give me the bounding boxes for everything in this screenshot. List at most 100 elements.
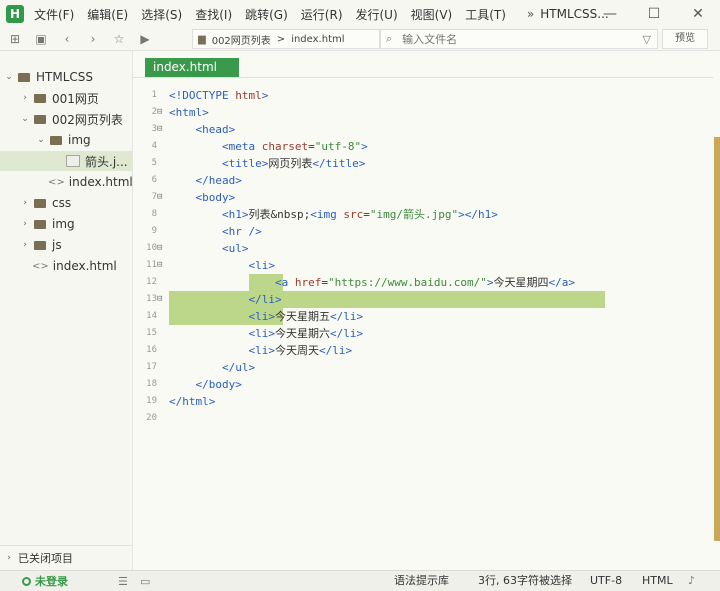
closed-projects-label: 已关闭项目: [18, 552, 73, 565]
tree-item-index[interactable]: <> index.html: [0, 256, 132, 276]
closed-projects[interactable]: › 已关闭项目: [0, 545, 132, 570]
list-icon[interactable]: ☰: [118, 575, 128, 588]
minimize-button[interactable]: —: [588, 0, 632, 28]
folder-icon: [34, 93, 46, 103]
fold-toggle-icon[interactable]: ⊟: [157, 124, 162, 134]
encoding[interactable]: UTF-8: [590, 571, 622, 591]
line-number: 2: [151, 107, 157, 117]
code-line: <head>: [195, 123, 236, 136]
code-line: <h1>列表&nbsp;<img src="img/箭头.jpg"></h1>: [221, 208, 498, 221]
user-icon: [22, 576, 31, 586]
file-search-icon: ⌕: [386, 32, 393, 45]
code-line: <meta charset="utf-8">: [221, 140, 368, 153]
project-explorer: ⌄ HTMLCSS › 001网页 ⌄ 002网页列表 ⌄ img 箭头.j..…: [0, 51, 133, 570]
maximize-button[interactable]: ☐: [632, 0, 676, 28]
line-number: 12: [146, 277, 157, 287]
preview-button[interactable]: 预览: [662, 29, 708, 49]
chevron-right-icon[interactable]: ›: [20, 93, 30, 103]
file-search-box[interactable]: ⌕ ▽: [380, 29, 658, 49]
fold-toggle-icon[interactable]: ⊟: [157, 192, 162, 202]
filter-icon[interactable]: ▽: [643, 33, 651, 46]
line-number: 10: [146, 243, 157, 253]
fold-toggle-icon[interactable]: ⊟: [157, 107, 162, 117]
tree-item-label: css: [52, 196, 72, 210]
back-icon[interactable]: ‹: [56, 32, 78, 46]
tree-item-img[interactable]: › img: [0, 214, 132, 234]
login-status[interactable]: 未登录: [35, 573, 68, 589]
breadcrumb-file[interactable]: index.html: [291, 34, 344, 45]
file-search-input[interactable]: [400, 31, 605, 47]
hbuilder-logo-icon: H: [6, 5, 24, 23]
line-number: 20: [146, 413, 157, 423]
chevron-down-icon[interactable]: ⌄: [36, 135, 46, 145]
star-icon[interactable]: ☆: [108, 32, 130, 46]
folder-icon: [34, 219, 46, 229]
tree-item-css[interactable]: › css: [0, 193, 132, 213]
language-mode[interactable]: HTML: [642, 571, 673, 591]
code-line: <li>今天星期五</li>: [248, 310, 364, 323]
selection-info[interactable]: 3行, 63字符被选择: [478, 571, 572, 591]
tree-item-arrow-jpg[interactable]: 箭头.j...: [0, 151, 132, 171]
vertical-scrollbar[interactable]: [714, 137, 720, 541]
tree-item-002[interactable]: ⌄ 002网页列表: [0, 109, 132, 129]
menu-item[interactable]: 文件(F): [34, 6, 74, 23]
menu-item[interactable]: 查找(I): [195, 6, 232, 23]
code-line: <li>今天星期六</li>: [248, 327, 364, 340]
chevron-down-icon[interactable]: ⌄: [20, 114, 30, 124]
close-button[interactable]: ✕: [676, 0, 720, 28]
tree-item-label: 箭头.j...: [85, 154, 128, 169]
new-file-icon[interactable]: ⊞: [4, 32, 26, 46]
code-line: <a href="https://www.baidu.com/">今天星期四</…: [274, 276, 576, 289]
chevron-down-icon[interactable]: ⌄: [4, 72, 14, 82]
code-line: <!DOCTYPE html>: [169, 89, 269, 102]
title-bar: H 文件(F) 编辑(E) 选择(S) 查找(I) 跳转(G) 运行(R) 发行(U) 视图(…: [0, 0, 720, 28]
folder-icon: [18, 72, 30, 82]
chevron-right-icon[interactable]: ›: [20, 219, 30, 229]
code-line: <html>: [169, 106, 209, 119]
tab-index-html[interactable]: index.html: [145, 58, 239, 77]
menu-item[interactable]: 选择(S): [141, 6, 182, 23]
breadcrumb[interactable]: ▆ 002网页列表 > index.html: [192, 29, 380, 49]
run-icon[interactable]: ▶: [134, 32, 156, 46]
terminal-icon[interactable]: ▭: [140, 575, 150, 588]
folder-icon: ▆: [198, 33, 206, 45]
forward-icon[interactable]: ›: [82, 32, 104, 46]
line-number: 11: [146, 260, 157, 270]
tree-item-project-root[interactable]: ⌄ HTMLCSS: [0, 67, 132, 87]
tree-item-img-sub[interactable]: ⌄ img: [0, 130, 132, 150]
code-editor[interactable]: index.html 1 2 ⊟ 3 ⊟ 4 5 6 7 ⊟ 8 9 10 ⊟ 11 ⊟ 12 13 ⊟ 14 15 16…: [133, 51, 720, 570]
html-file-icon: <>: [48, 176, 65, 188]
chevron-right-icon[interactable]: ›: [4, 553, 14, 563]
menu-item[interactable]: 编辑(E): [87, 6, 128, 23]
menu-item[interactable]: 跳转(G): [245, 6, 288, 23]
fold-toggle-icon[interactable]: ⊟: [157, 260, 162, 270]
code-line: </li>: [248, 293, 282, 306]
breadcrumb-folder[interactable]: 002网页列表: [212, 32, 271, 47]
tree-item-001[interactable]: › 001网页: [0, 88, 132, 108]
line-number: 18: [146, 379, 157, 389]
image-file-icon: [66, 155, 80, 167]
chevron-right-icon[interactable]: ›: [20, 240, 30, 250]
menu-item[interactable]: 视图(V): [411, 6, 453, 23]
tree-item-label: img: [52, 217, 75, 231]
menu-item[interactable]: 运行(R): [301, 6, 343, 23]
menu-item[interactable]: 发行(U): [356, 6, 398, 23]
code-line: </html>: [169, 395, 216, 408]
tree-item-label: 002网页列表: [52, 112, 123, 127]
fold-toggle-icon[interactable]: ⊟: [157, 243, 162, 253]
save-icon[interactable]: ▣: [30, 32, 52, 46]
syntax-hint[interactable]: 语法提示库: [394, 571, 449, 591]
code-line: </head>: [195, 174, 242, 187]
tree-item-index-sub[interactable]: <> index.html: [0, 172, 132, 192]
menu-item[interactable]: 工具(T): [465, 6, 506, 23]
fold-toggle-icon[interactable]: ⊟: [157, 294, 162, 304]
toolbar: ⊞ ▣ ‹ › ☆ ▶ ▆ 002网页列表 > index.html ⌕ ▽ 预…: [0, 28, 720, 51]
more-tabs-icon[interactable]: »: [527, 7, 534, 21]
tree-item-js[interactable]: › js: [0, 235, 132, 255]
chevron-right-icon[interactable]: ›: [20, 198, 30, 208]
menu-bar: 文件(F) 编辑(E) 选择(S) 查找(I) 跳转(G) 运行(R) 发行(U) 视图(V)…: [34, 6, 519, 23]
status-bar: 未登录 ☰ ▭ 语法提示库 3行, 63字符被选择 UTF-8 HTML ♪: [0, 570, 720, 591]
tree-item-label: img: [68, 133, 91, 147]
bell-icon[interactable]: ♪: [688, 571, 695, 591]
line-number: 19: [146, 396, 157, 406]
